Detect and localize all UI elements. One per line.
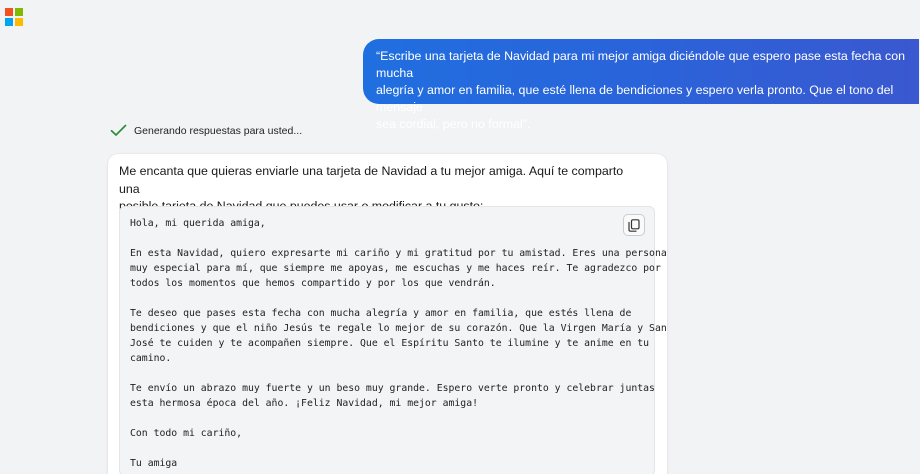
letter-line: esta hermosa época del año. ¡Feliz Navid… (130, 398, 478, 409)
generation-status: Generando respuestas para usted... (110, 124, 302, 137)
user-message-line: alegría y amor en familia, que esté llen… (376, 83, 894, 114)
letter-line: En esta Navidad, quiero expresarte mi ca… (130, 248, 667, 259)
microsoft-logo-icon (5, 8, 23, 26)
logo-square-red (5, 8, 13, 16)
letter-line: José te cuiden y te acompañen siempre. Q… (130, 338, 650, 349)
letter-closing: Con todo mi cariño, (130, 428, 243, 439)
logo-square-blue (5, 18, 13, 26)
bot-response-card: Me encanta que quieras enviarle una tarj… (108, 154, 667, 474)
status-text: Generando respuestas para usted... (134, 124, 303, 137)
logo-square-green (15, 8, 23, 16)
letter-signature: Tu amiga (130, 458, 178, 469)
letter-line: Te envío un abrazo muy fuerte y un beso … (130, 383, 655, 394)
letter-line: Te deseo que pases esta fecha con mucha … (130, 308, 632, 319)
checkmark-icon (110, 124, 127, 136)
letter-line: camino. (130, 353, 172, 364)
letter-line: bendiciones y que el niño Jesús te regal… (130, 323, 667, 334)
user-message-line: sea cordial, pero no formal”. (376, 117, 531, 131)
letter-text: Hola, mi querida amiga, En esta Navidad,… (130, 216, 667, 471)
letter-line: todos los momentos que hemos compartido … (130, 278, 496, 289)
user-message-line: “Escribe una tarjeta de Navidad para mi … (376, 49, 905, 80)
logo-square-yellow (15, 18, 23, 26)
letter-code-block: Hola, mi querida amiga, En esta Navidad,… (119, 206, 667, 474)
user-message-bubble: “Escribe una tarjeta de Navidad para mi … (363, 39, 919, 131)
letter-greeting: Hola, mi querida amiga, (130, 218, 266, 229)
intro-line: Me encanta que quieras enviarle una tarj… (119, 164, 624, 196)
letter-line: muy especial para mí, que siempre me apo… (130, 263, 661, 274)
